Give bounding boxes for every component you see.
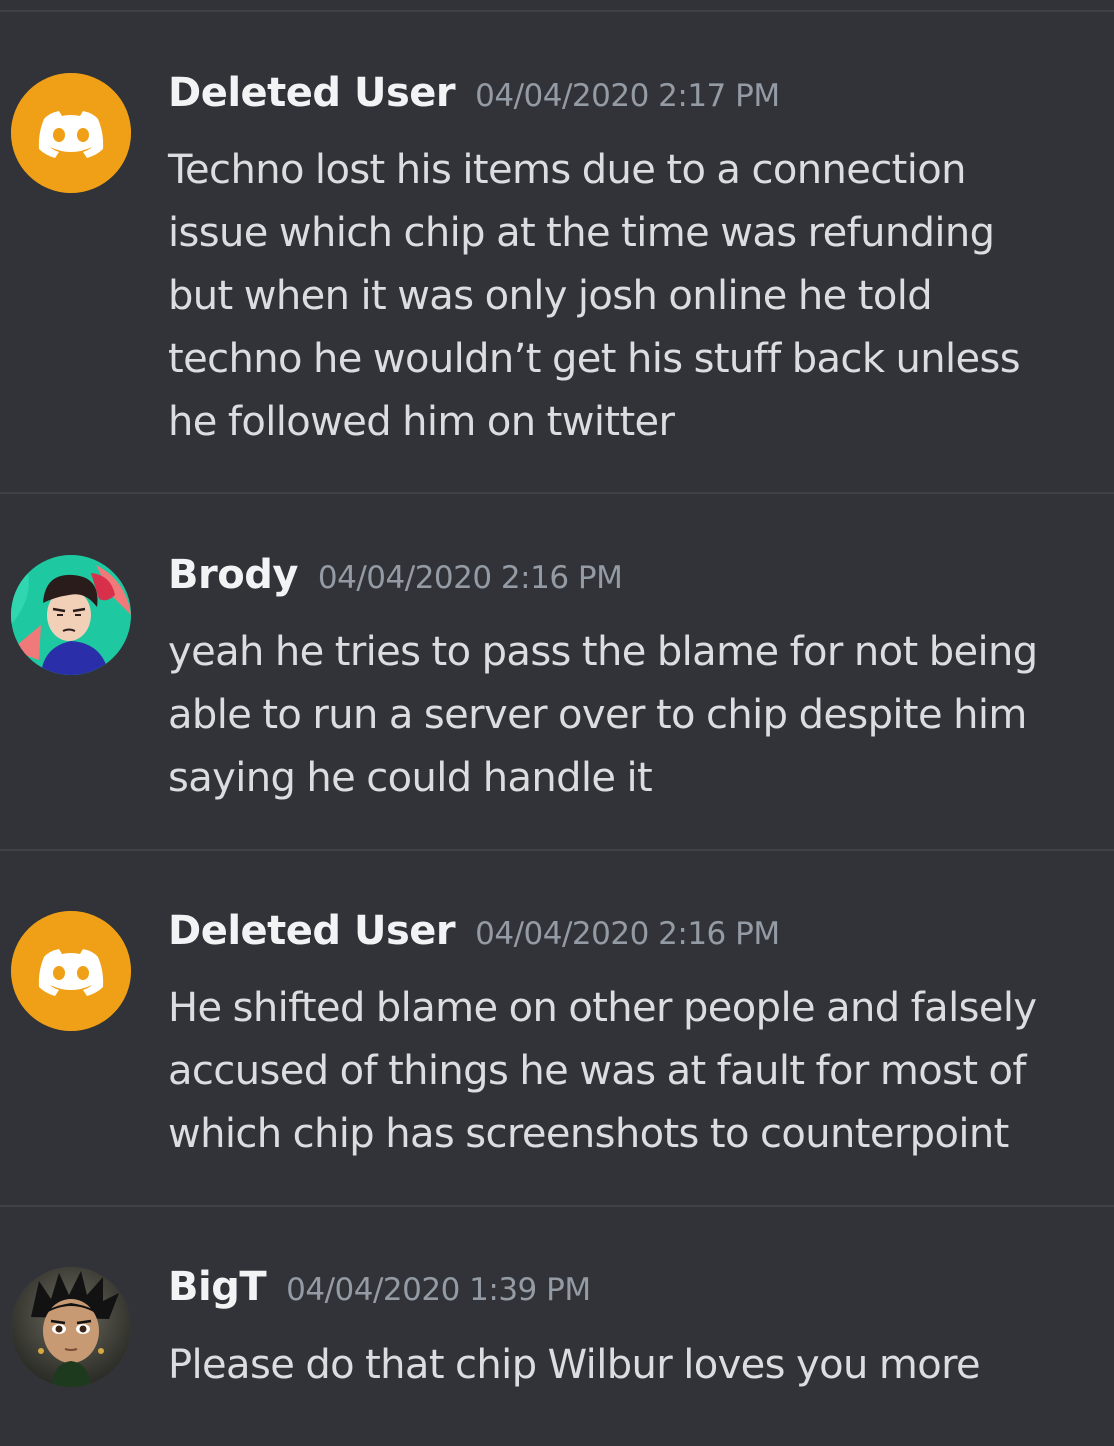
discord-default-avatar-icon[interactable] [11,73,131,193]
message-line: he followed him on twitter [168,399,675,445]
message-content: Please do that chip Wilbur loves you mor… [168,1334,1098,1397]
message-divider [0,849,1114,851]
message-content: He shifted blame on other people and fal… [168,977,1098,1166]
message-line: Please do that chip Wilbur loves you mor… [168,1342,981,1388]
timestamp: 04/04/2020 1:39 PM [286,1272,591,1308]
message-header: Deleted User 04/04/2020 2:17 PM [168,70,780,116]
cartoon-avatar-icon[interactable] [11,555,131,675]
message-header: Brody 04/04/2020 2:16 PM [168,552,623,598]
message-line: saying he could handle it [168,755,653,801]
message-content: Techno lost his items due to a connectio… [168,139,1098,454]
message-line: but when it was only josh online he told [168,273,933,319]
message-header: BigT 04/04/2020 1:39 PM [168,1264,591,1310]
message-line: issue which chip at the time was refundi… [168,210,995,256]
message-divider [0,1205,1114,1207]
timestamp: 04/04/2020 2:17 PM [475,78,780,114]
timestamp: 04/04/2020 2:16 PM [475,916,780,952]
message-line: yeah he tries to pass the blame for not … [168,629,1038,675]
username[interactable]: Deleted User [168,70,456,116]
message-line: which chip has screenshots to counterpoi… [168,1111,1009,1157]
anime-portrait-avatar-icon[interactable] [11,1267,131,1387]
message-line: Techno lost his items due to a connectio… [168,147,966,193]
username[interactable]: Brody [168,552,298,598]
message-header: Deleted User 04/04/2020 2:16 PM [168,908,780,954]
message-line: able to run a server over to chip despit… [168,692,1027,738]
message-feed: Deleted User 04/04/2020 2:17 PM Techno lo… [0,10,1114,1446]
message-line: techno he wouldn’t get his stuff back un… [168,336,1021,382]
message-divider [0,492,1114,494]
timestamp: 04/04/2020 2:16 PM [317,560,623,596]
message-line: accused of things he was at fault for mo… [168,1048,1026,1094]
username[interactable]: BigT [168,1264,267,1310]
message-content: yeah he tries to pass the blame for not … [168,621,1098,810]
discord-default-avatar-icon[interactable] [11,911,131,1031]
message-line: He shifted blame on other people and fal… [168,985,1037,1031]
username[interactable]: Deleted User [168,908,456,954]
